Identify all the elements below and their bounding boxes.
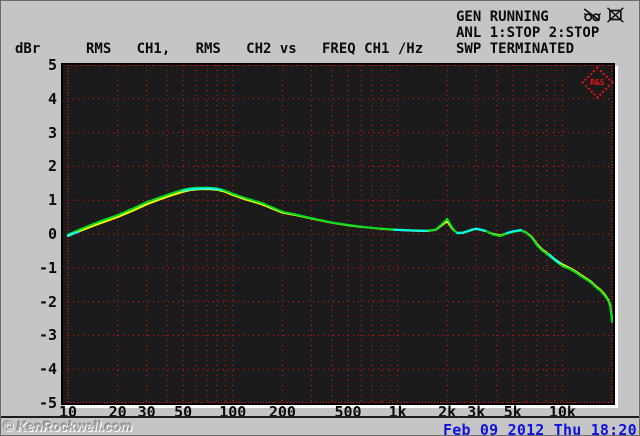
y-tick-label: 5 — [47, 56, 57, 74]
status-line-swp: SWP TERMINATED — [456, 41, 575, 57]
status-line-gen: GEN RUNNING — [456, 9, 549, 25]
y-tick-label: -2 — [38, 292, 57, 311]
y-tick-label: 4 — [47, 89, 57, 108]
y-axis-unit-label: dBr — [15, 41, 41, 57]
y-tick-label: -4 — [38, 360, 57, 379]
y-tick-label: -3 — [38, 326, 57, 345]
trace-header-label: RMS CH1, RMS CH2 vs FREQ CH1 /Hz — [86, 41, 424, 57]
screen-bottom-border — [1, 416, 639, 418]
status-line-anl: ANL 1:STOP 2:STOP — [456, 25, 600, 41]
screen-crossed-icon — [606, 7, 625, 23]
plot-svg — [67, 65, 613, 403]
watermark: © KenRockwell.com — [3, 419, 133, 434]
y-tick-label: 1 — [47, 191, 57, 210]
rs-logo-text: R&S — [590, 77, 605, 87]
y-tick-label: 0 — [47, 225, 57, 243]
plot-area: R&S — [61, 63, 615, 405]
analyzer-screen: GEN RUNNING ANL 1:STOP 2:STOP SWP TERMIN… — [0, 0, 640, 436]
y-tick-label: 3 — [47, 123, 57, 142]
y-tick-label: 2 — [47, 157, 57, 176]
spectacles-crossed-icon — [583, 7, 602, 23]
y-tick-label: -1 — [38, 258, 57, 277]
datetime-stamp: Feb 09 2012 Thu 18:20:43 — [443, 421, 639, 436]
status-icon-group — [583, 7, 625, 23]
y-tick-label: -5 — [38, 394, 57, 412]
